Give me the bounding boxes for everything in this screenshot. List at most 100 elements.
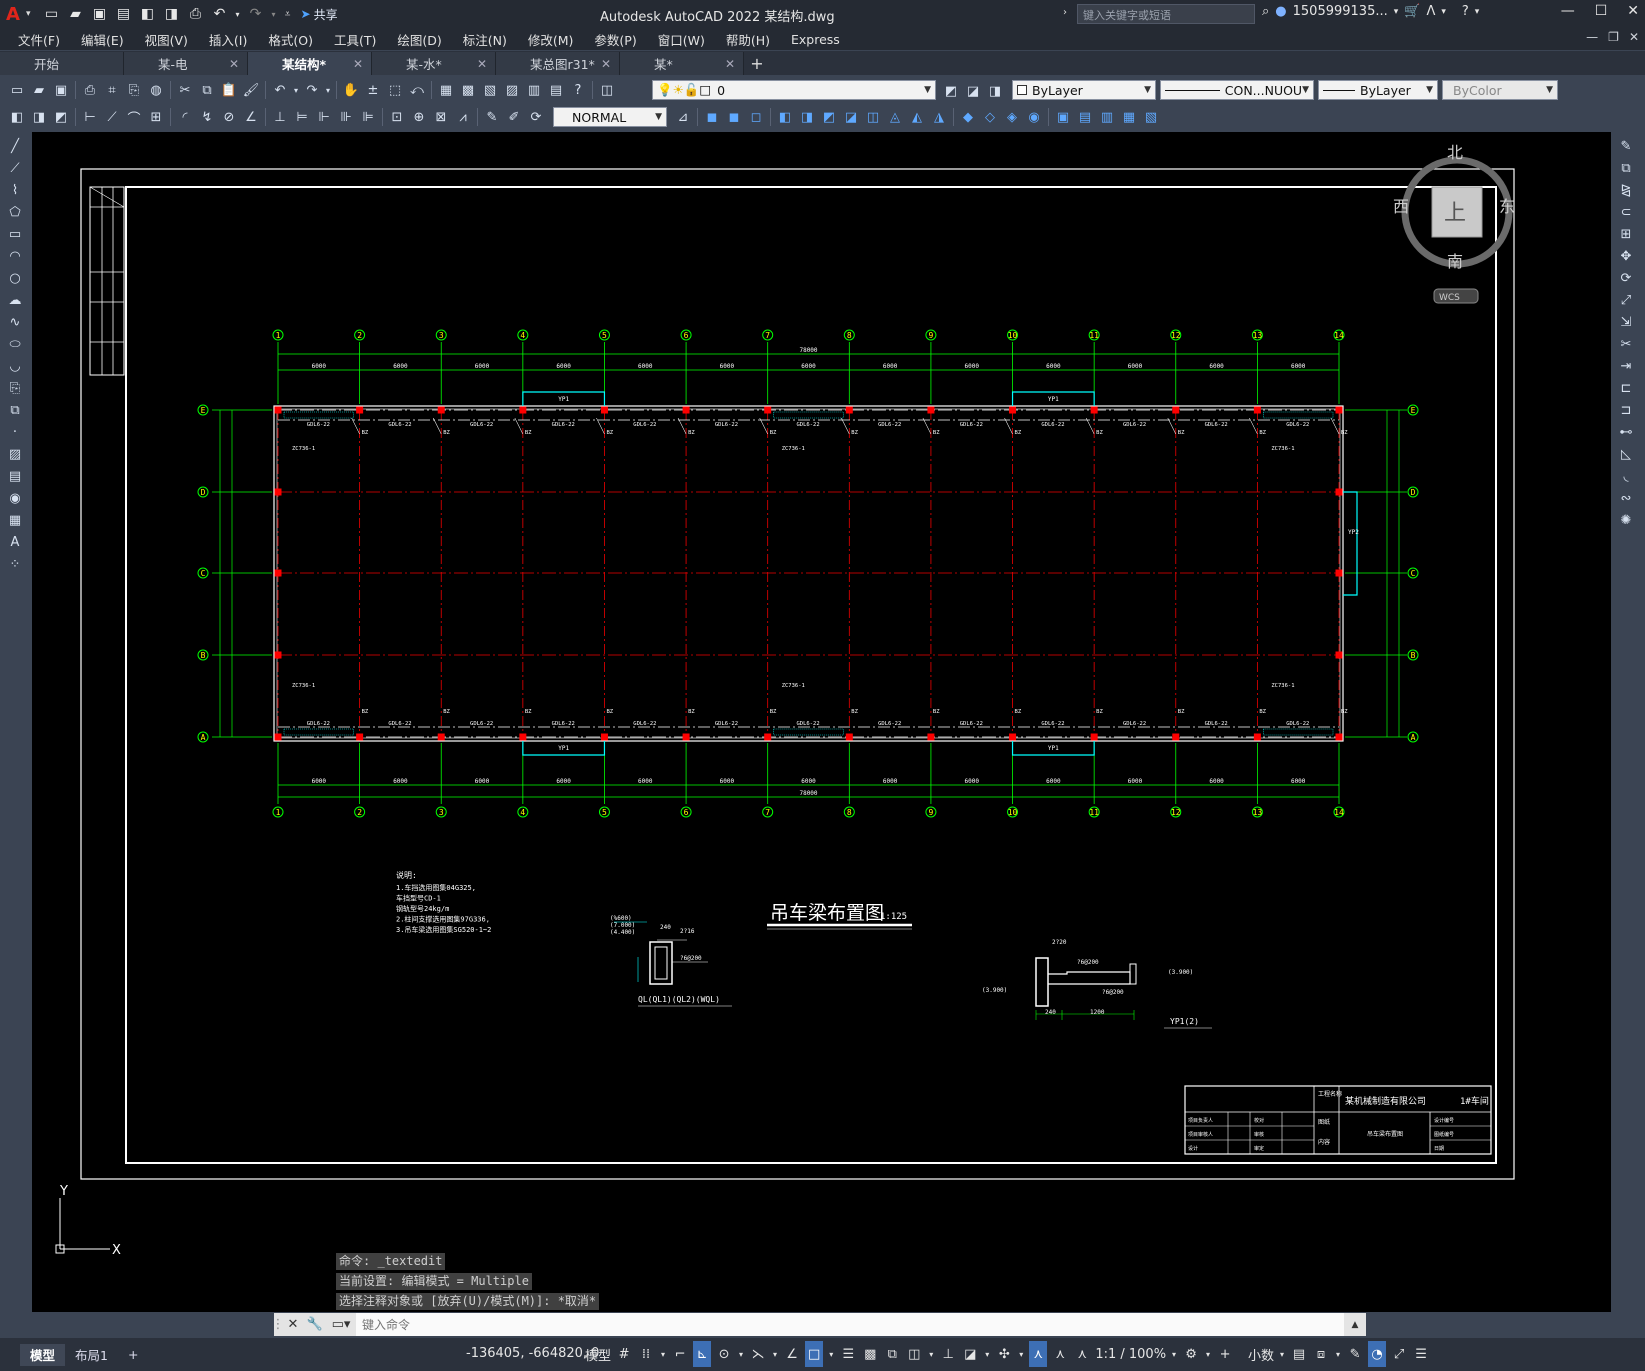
layout-tab-layout1[interactable]: 布局1 xyxy=(65,1344,118,1366)
dynamic-ucs-icon[interactable]: ⊥ xyxy=(939,1341,957,1367)
lock-ui-icon[interactable]: ⧈ xyxy=(1312,1341,1330,1367)
region-icon[interactable]: ◉ xyxy=(4,488,26,509)
menu-item-4[interactable]: 格式(O) xyxy=(268,30,313,49)
menu-item-8[interactable]: 修改(M) xyxy=(528,30,574,49)
annotation-scale-icon[interactable]: ⋏ xyxy=(1073,1341,1091,1367)
menu-item-9[interactable]: 参数(P) xyxy=(594,30,636,49)
filter-dropdown-icon[interactable]: ▾ xyxy=(983,1341,991,1367)
extrude-faces-icon[interactable]: ◧ xyxy=(774,106,796,128)
units-value[interactable]: 小数 xyxy=(1238,1341,1274,1367)
layer-match-icon[interactable]: ◧ xyxy=(6,106,28,128)
snap-dropdown-icon[interactable]: ▾ xyxy=(659,1341,667,1367)
layer-combo[interactable]: 💡☀🔓□ 0 ▼ xyxy=(652,80,936,100)
help-tool-icon[interactable]: ? xyxy=(567,79,589,101)
osnap-icon[interactable]: □ xyxy=(805,1341,824,1367)
grip-icon[interactable]: ⋮ xyxy=(272,1313,285,1336)
polar-dropdown-icon[interactable]: ▾ xyxy=(737,1341,745,1367)
plot-icon[interactable]: ⎙ xyxy=(79,79,101,101)
make-block-icon[interactable]: ⧉ xyxy=(4,400,26,421)
web-save-icon[interactable]: ◨ xyxy=(161,3,183,25)
ortho-icon[interactable]: ⊾ xyxy=(693,1341,712,1367)
polar-icon[interactable]: ⊙ xyxy=(715,1341,733,1367)
open-file-icon[interactable]: ▰ xyxy=(65,3,87,25)
color-faces-icon[interactable]: ◮ xyxy=(928,106,950,128)
file-tab-5[interactable]: 某* ✕ xyxy=(620,52,744,75)
infer-constraints-icon[interactable]: ⌐ xyxy=(671,1341,689,1367)
menu-item-11[interactable]: 帮助(H) xyxy=(726,30,770,49)
offset-icon[interactable]: ⊂ xyxy=(1615,202,1637,223)
copy-icon[interactable]: ⧉ xyxy=(196,79,218,101)
tab-close-icon[interactable]: ✕ xyxy=(229,57,239,71)
cad-drawing[interactable]: 11223344556677889910101111121213131414E E… xyxy=(32,132,1611,1312)
app-menu-chevron-icon[interactable]: ▾ xyxy=(26,9,31,19)
lock-dropdown-icon[interactable]: ▾ xyxy=(1334,1341,1342,1367)
move-icon[interactable]: ✥ xyxy=(1615,246,1637,267)
selection-cycling-icon[interactable]: ⧉ xyxy=(883,1341,901,1367)
close-commandline-icon[interactable]: ✕ xyxy=(282,1313,304,1336)
isodraft-icon[interactable]: ⋋ xyxy=(749,1341,767,1367)
plotstyle-combo[interactable]: ByColor ▼ xyxy=(1442,80,1558,100)
open-icon[interactable]: ▰ xyxy=(28,79,50,101)
tab-close-icon[interactable]: ✕ xyxy=(725,57,735,71)
center-mark-icon[interactable]: ⊕ xyxy=(408,106,430,128)
delete-faces-icon[interactable]: ◪ xyxy=(840,106,862,128)
undo-tool-icon[interactable]: ↶ xyxy=(269,79,291,101)
gizmo-dropdown-icon[interactable]: ▾ xyxy=(1017,1341,1025,1367)
menu-item-1[interactable]: 编辑(E) xyxy=(81,30,124,49)
auto-scale-icon[interactable]: ⋏ xyxy=(1051,1341,1069,1367)
menu-item-12[interactable]: Express xyxy=(791,32,840,47)
chamfer-icon[interactable]: ◺ xyxy=(1615,444,1637,465)
help-chevron-icon[interactable]: ▾ xyxy=(1475,7,1480,17)
cart-icon[interactable]: 🛒 xyxy=(1404,4,1420,19)
iso-dropdown-icon[interactable]: ▾ xyxy=(771,1341,779,1367)
insert-block-icon[interactable]: ⎘ xyxy=(4,378,26,399)
snap-icon[interactable]: ⁞⁞ xyxy=(637,1341,655,1367)
diameter-dim-icon[interactable]: ⊘ xyxy=(218,106,240,128)
3d-osnap-dropdown-icon[interactable]: ▾ xyxy=(927,1341,935,1367)
workspace-gear-icon[interactable]: ⚙ xyxy=(1182,1341,1200,1367)
customize-status-icon[interactable]: ☰ xyxy=(1412,1341,1430,1367)
isolate-objects-icon[interactable]: ✎ xyxy=(1346,1341,1364,1367)
tab-close-icon[interactable]: ✕ xyxy=(601,57,611,71)
new-file-icon[interactable]: ▭ xyxy=(41,3,63,25)
make-current-layer-icon[interactable]: ◩ xyxy=(940,80,962,102)
spline-icon[interactable]: ∿ xyxy=(4,312,26,333)
aligned-dim-icon[interactable]: ⟋ xyxy=(101,106,123,128)
quick-properties-icon[interactable]: ▤ xyxy=(1290,1341,1308,1367)
layer-iso-icon[interactable]: ◨ xyxy=(28,106,50,128)
polygon-icon[interactable]: ⬠ xyxy=(4,202,26,223)
workspace-dropdown-icon[interactable]: ▾ xyxy=(1204,1341,1212,1367)
copy-object-icon[interactable]: ⧉ xyxy=(1615,158,1637,179)
layer-walk-icon[interactable]: ◩ xyxy=(50,106,72,128)
sweep-icon[interactable]: ▦ xyxy=(1118,106,1140,128)
doc-minimize-icon[interactable]: — xyxy=(1586,30,1598,44)
user-chevron-icon[interactable]: ▾ xyxy=(1394,7,1399,17)
scale-dropdown-icon[interactable]: ▾ xyxy=(1170,1341,1178,1367)
search-icon[interactable]: ⌕ xyxy=(1262,4,1269,19)
redo-tool-dropdown-icon[interactable]: ▾ xyxy=(323,79,333,101)
plot-preview-icon[interactable]: ⌗ xyxy=(101,79,123,101)
hardware-acceleration-icon[interactable]: ◔ xyxy=(1368,1341,1387,1367)
autocad-logo-icon[interactable]: A xyxy=(0,0,26,28)
paste-icon[interactable]: 📋 xyxy=(218,79,240,101)
table-icon[interactable]: ▦ xyxy=(4,510,26,531)
move-faces-icon[interactable]: ◨ xyxy=(796,106,818,128)
grid-icon[interactable]: # xyxy=(615,1341,633,1367)
doc-close-icon[interactable]: ✕ xyxy=(1629,30,1639,44)
dim-style-icon[interactable]: ⊿ xyxy=(672,106,694,128)
polyline-icon[interactable]: ⌇ xyxy=(4,180,26,201)
add-layout-icon[interactable]: + xyxy=(118,1344,148,1366)
tolerance-icon[interactable]: ⊡ xyxy=(386,106,408,128)
lineweight-icon[interactable]: ☰ xyxy=(839,1341,857,1367)
calculator-icon[interactable]: ▤ xyxy=(545,79,567,101)
line-icon[interactable]: ╱ xyxy=(4,136,26,157)
tool-palettes-icon[interactable]: ▧ xyxy=(479,79,501,101)
share-button[interactable]: ➤ 共享 xyxy=(301,6,338,23)
recent-commands-icon[interactable]: ▭▾ xyxy=(326,1313,356,1336)
3d-osnap-icon[interactable]: ◫ xyxy=(905,1341,923,1367)
file-tab-0[interactable]: 开始 xyxy=(0,52,124,75)
undo-icon[interactable]: ↶ xyxy=(209,3,231,25)
intersect-icon[interactable]: ◻ xyxy=(745,106,767,128)
scale-icon[interactable]: ⤢ xyxy=(1615,290,1637,311)
zoom-previous-icon[interactable]: ⤺ xyxy=(406,79,428,101)
